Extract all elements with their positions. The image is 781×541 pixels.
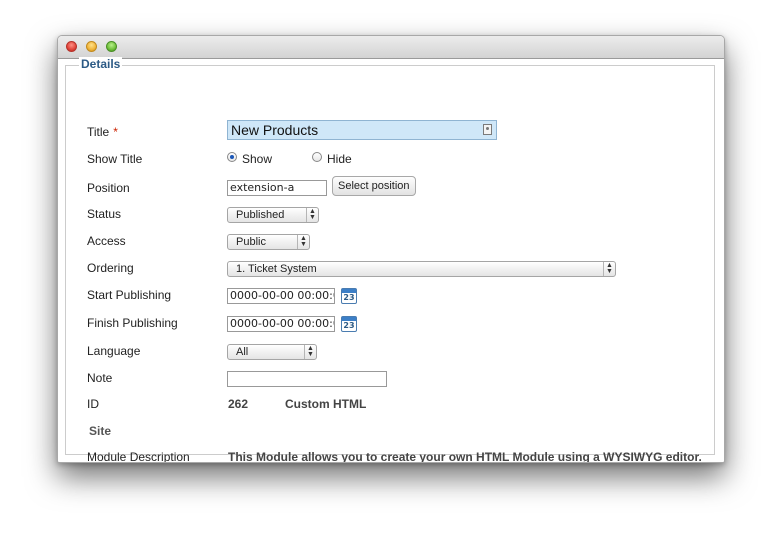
details-legend: Details (79, 57, 123, 71)
calendar-icon[interactable]: 23 (341, 288, 357, 304)
language-label: Language (87, 344, 141, 358)
finish-publishing-label: Finish Publishing (87, 316, 178, 330)
zoom-window-button[interactable] (106, 41, 117, 52)
calendar-icon-day: 23 (343, 293, 355, 302)
title-label: Title * (87, 125, 118, 139)
calendar-icon-day: 23 (343, 321, 355, 330)
window-titlebar (58, 36, 724, 59)
hide-radio[interactable] (312, 152, 322, 162)
id-value: 262 (228, 397, 249, 411)
minimize-window-button[interactable] (86, 41, 97, 52)
title-label-text: Title (87, 125, 110, 139)
show-radio-label: Show (242, 152, 273, 166)
title-input[interactable]: New Products (227, 120, 497, 140)
select-arrows-icon: ▲ ▼ (603, 262, 615, 276)
module-description-label: Module Description (87, 450, 190, 463)
ordering-selected-value: 1. Ticket System (236, 263, 317, 275)
language-select[interactable]: All ▲ ▼ (227, 344, 317, 360)
status-selected-value: Published (236, 209, 285, 221)
note-label: Note (87, 371, 113, 385)
status-select[interactable]: Published ▲ ▼ (227, 207, 319, 223)
access-select[interactable]: Public ▲ ▼ (227, 234, 310, 250)
details-fieldset: Details Title * New Products Show Title S… (65, 57, 715, 462)
title-input-value: New Products (231, 122, 319, 138)
site-label: Site (89, 424, 112, 438)
note-input[interactable] (227, 371, 387, 387)
ordering-select[interactable]: 1. Ticket System ▲ ▼ (227, 261, 616, 277)
access-selected-value: Public (236, 236, 266, 248)
ordering-label: Ordering (87, 261, 134, 275)
start-publishing-label: Start Publishing (87, 288, 172, 302)
position-label: Position (87, 181, 130, 195)
calendar-icon[interactable]: 23 (341, 316, 357, 332)
finish-publishing-input[interactable]: 0000-00-00 00:00:0 (227, 316, 335, 332)
position-input[interactable]: extension-a (227, 180, 327, 196)
contact-card-icon[interactable] (483, 124, 492, 135)
hide-radio-label: Hide (327, 152, 352, 166)
required-marker: * (113, 125, 118, 139)
status-label: Status (87, 207, 122, 221)
id-label: ID (87, 397, 99, 411)
module-description-value: This Module allows you to create your ow… (228, 450, 702, 463)
access-label: Access (87, 234, 126, 248)
module-type-value: Custom HTML (285, 397, 367, 411)
select-position-button[interactable]: Select position (332, 176, 416, 196)
close-window-button[interactable] (66, 41, 77, 52)
select-arrows-icon: ▲ ▼ (306, 208, 318, 222)
show-radio[interactable] (227, 152, 237, 162)
start-publishing-input[interactable]: 0000-00-00 00:00:0 (227, 288, 335, 304)
select-arrows-icon: ▲ ▼ (304, 345, 316, 359)
select-arrows-icon: ▲ ▼ (297, 235, 309, 249)
show-title-label: Show Title (87, 152, 143, 166)
language-selected-value: All (236, 346, 249, 358)
module-editor-window: Details Title * New Products Show Title S… (57, 35, 725, 463)
